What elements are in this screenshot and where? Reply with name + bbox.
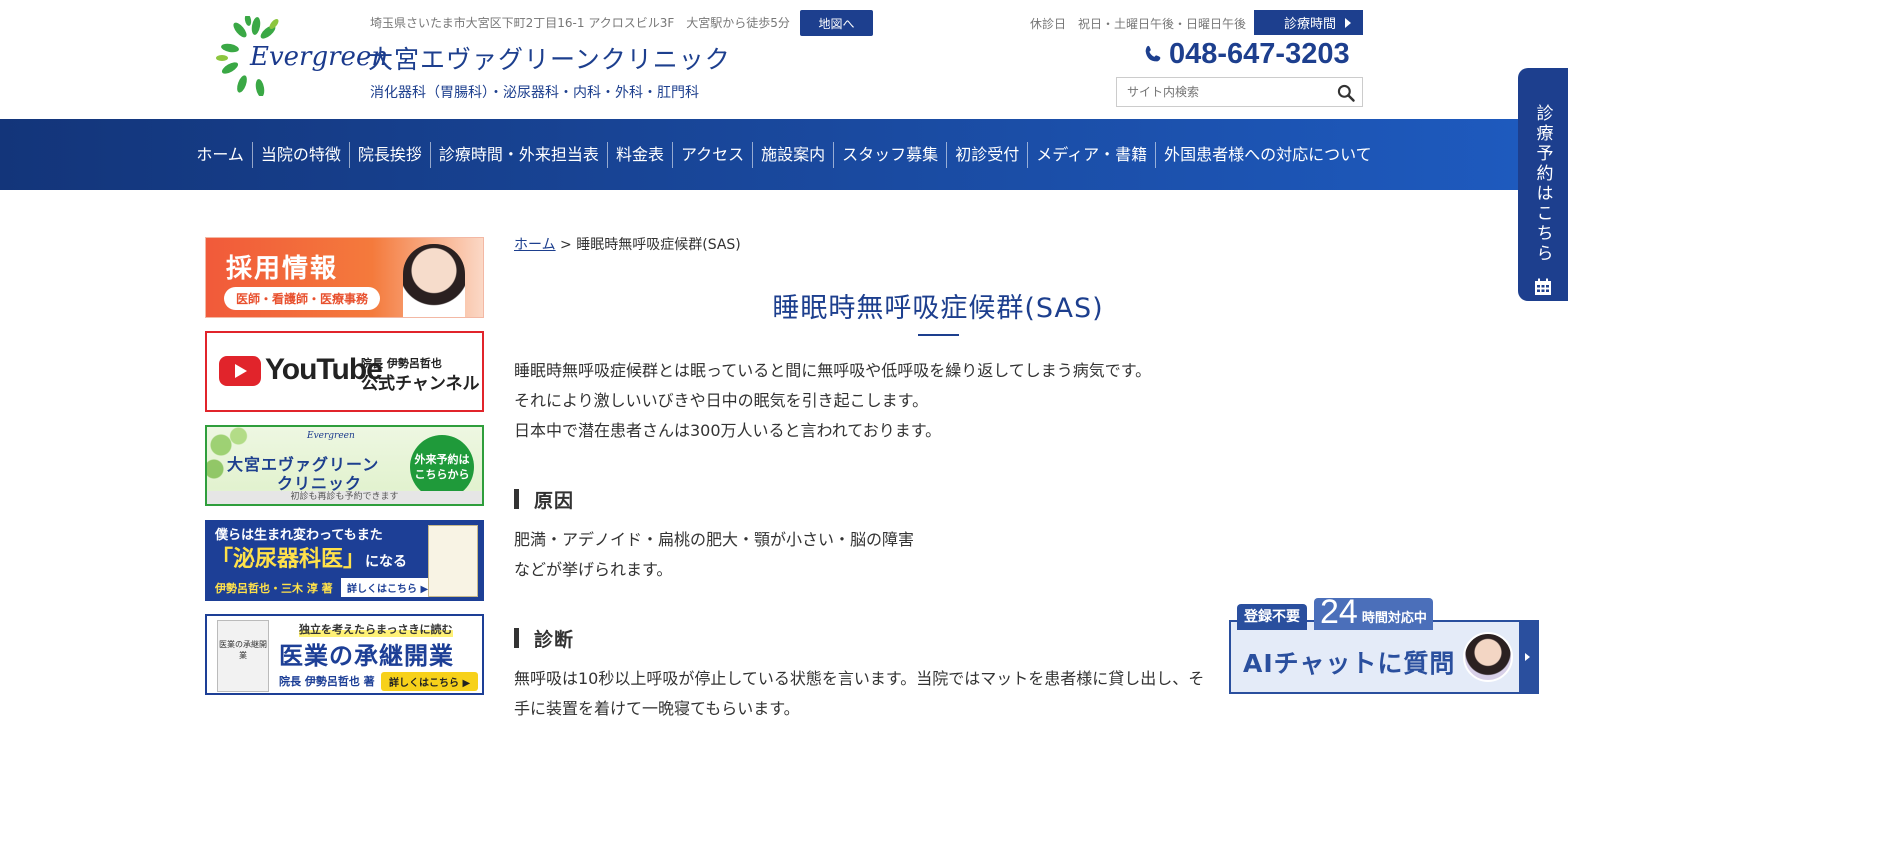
nav-item-recruit[interactable]: スタッフ募集 — [833, 141, 946, 168]
mini-logo: Evergreen — [307, 431, 355, 441]
intro-text: 睡眠時無呼吸症候群とは眠っていると間に無呼吸や低呼吸を繰り返してしまう病気です。… — [514, 356, 1151, 446]
ai-chat-avatar — [1463, 632, 1513, 682]
urology-book-more: 詳しくはこちら ▶ — [341, 578, 435, 597]
search-icon[interactable] — [1336, 83, 1356, 103]
reservation-side-tab[interactable]: 診療予約はこちら — [1518, 68, 1568, 301]
recruit-title: 採用情報 — [226, 254, 339, 284]
nav-item-home[interactable]: ホーム — [188, 142, 252, 168]
nav-item-fees[interactable]: 料金表 — [606, 141, 672, 168]
ai-chat-widget[interactable]: AIチャットに質問 登録不要 24 時間対応中 — [1229, 593, 1539, 694]
urology-book-title: 「泌尿器科医」になる — [211, 541, 407, 573]
diagnosis-line: 無呼吸は10秒以上呼吸が停止している状態を言います。当院ではマットを患者様に貸し… — [514, 669, 1205, 688]
reservation-circle: 外来予約は こちらから — [410, 435, 474, 499]
youtube-channel-label: 公式チャンネル — [361, 374, 480, 394]
staff-photo — [403, 244, 465, 317]
search-input[interactable] — [1117, 85, 1327, 99]
nav-item-greeting[interactable]: 院長挨拶 — [348, 141, 430, 168]
intro-line: それにより激しいいびきや日中の眠気を引き起こします。 — [514, 391, 929, 410]
ai-chat-box[interactable]: AIチャットに質問 — [1229, 620, 1539, 694]
urology-book-banner[interactable]: 僕らは生まれ変わってもまた 「泌尿器科医」になる 伊勢呂哲也・三木 淳 著 詳し… — [205, 520, 484, 601]
phone-number[interactable]: 048-647-3203 — [1142, 38, 1350, 71]
breadcrumb-separator: > — [555, 237, 577, 253]
site-search — [1116, 77, 1363, 107]
site-header: Evergreen 埼玉県さいたま市大宮区下町2丁目16-1 アクロスビル3F … — [0, 0, 1568, 119]
nav-item-media[interactable]: メディア・書籍 — [1027, 141, 1155, 168]
succession-book-author: 院長 伊勢呂哲也 著 — [279, 675, 375, 688]
phone-icon — [1145, 45, 1161, 61]
breadcrumb: ホーム > 睡眠時無呼吸症候群(SAS) — [514, 234, 741, 254]
arrow-right-icon — [1345, 18, 1351, 28]
chevron-right-icon[interactable] — [1519, 622, 1537, 692]
recruit-subtitle: 医師・看護師・医療事務 — [224, 287, 381, 310]
clinic-name[interactable]: 大宮エヴァグリーンクリニック — [368, 40, 731, 76]
succession-book-banner[interactable]: 医業の承継開業 独立を考えたらまっさきに読む 医業の承継開業 院長 伊勢呂哲也 … — [205, 614, 484, 695]
ai-chat-hours-tag: 24 時間対応中 — [1314, 593, 1433, 631]
nav-item-access[interactable]: アクセス — [671, 141, 752, 168]
youtube-play-icon — [219, 356, 261, 386]
clinic-address: 埼玉県さいたま市大宮区下町2丁目16-1 アクロスビル3F 大宮駅から徒歩5分 — [370, 16, 790, 30]
succession-book-title: 医業の承継開業 — [279, 642, 454, 670]
reservation-circle-line2: こちらから — [414, 468, 470, 481]
reservation-footer: 初診も再診も予約できます — [207, 491, 482, 504]
page-title: 睡眠時無呼吸症候群(SAS) — [772, 293, 1104, 324]
hours-button-label: 診療時間 — [1284, 17, 1337, 32]
urology-book-cover — [428, 525, 478, 597]
urology-book-title-suffix: になる — [365, 554, 408, 570]
nav-item-first-visit[interactable]: 初診受付 — [946, 141, 1027, 168]
title-underline — [918, 334, 959, 336]
ai-chat-hours-number: 24 — [1320, 593, 1358, 631]
diagnosis-line: 手に装置を着けて一晩寝てもらいます。 — [514, 699, 800, 718]
succession-book-tagline: 独立を考えたらまっさきに読む — [299, 621, 453, 637]
intro-line: 睡眠時無呼吸症候群とは眠っていると間に無呼吸や低呼吸を繰り返してしまう病気です。 — [514, 361, 1152, 380]
diagnosis-text: 無呼吸は10秒以上呼吸が停止している状態を言います。当院ではマットを患者様に貸し… — [514, 664, 1204, 724]
reservation-tab-label: 診療予約はこちら — [1532, 104, 1553, 264]
nav-item-features[interactable]: 当院の特徴 — [251, 141, 349, 168]
nav-item-facility[interactable]: 施設案内 — [752, 141, 833, 168]
map-button[interactable]: 地図へ — [800, 10, 873, 36]
succession-book-more: 詳しくはこちら ▶ — [381, 672, 479, 691]
reservation-circle-line1: 外来予約は — [414, 453, 470, 466]
cause-heading: 原因 — [514, 486, 574, 513]
phone-number-text: 048-647-3203 — [1169, 38, 1350, 70]
cause-text: 肥満・アデノイド・扁桃の肥大・顎が小さい・脳の障害 などが挙げられます。 — [514, 525, 914, 585]
ai-chat-no-registration-tag: 登録不要 — [1237, 604, 1307, 630]
youtube-banner[interactable]: YouTube 院長 伊勢呂哲也 公式チャンネル — [205, 331, 484, 412]
cause-line: 肥満・アデノイド・扁桃の肥大・顎が小さい・脳の障害 — [514, 530, 915, 549]
diagnosis-heading: 診断 — [514, 625, 574, 652]
ai-chat-label: AIチャットに質問 — [1243, 649, 1456, 678]
breadcrumb-home-link[interactable]: ホーム — [514, 237, 556, 253]
urology-book-title-main: 「泌尿器科医」 — [211, 547, 366, 572]
urology-book-authors: 伊勢呂哲也・三木 淳 著 — [215, 582, 333, 595]
clinic-logo[interactable]: Evergreen — [216, 14, 388, 97]
succession-book-cover: 医業の承継開業 — [217, 620, 269, 692]
breadcrumb-current: 睡眠時無呼吸症候群(SAS) — [576, 237, 741, 253]
recruit-banner[interactable]: 採用情報 医師・看護師・医療事務 — [205, 237, 484, 318]
calendar-icon — [1535, 278, 1551, 295]
hours-button[interactable]: 診療時間 — [1254, 10, 1363, 35]
nav-item-hours[interactable]: 診療時間・外来担当表 — [429, 141, 607, 168]
ai-chat-hours-text: 時間対応中 — [1361, 611, 1427, 626]
departments-list: 消化器科（胃腸科）・泌尿器科・内科・外科・肛門科 — [370, 85, 699, 101]
closed-days: 休診日 祝日・土曜日午後・日曜日午後 — [1030, 17, 1247, 31]
cause-line: などが挙げられます。 — [514, 560, 673, 579]
reservation-banner[interactable]: Evergreen 大宮エヴァグリーン クリニック 外来予約は こちらから 初診… — [205, 425, 484, 506]
global-nav: ホーム 当院の特徴 院長挨拶 診療時間・外来担当表 料金表 アクセス 施設案内 … — [0, 119, 1568, 190]
nav-item-foreign-patients[interactable]: 外国患者様への対応について — [1155, 141, 1380, 168]
intro-line: 日本中で潜在患者さんは300万人いると言われております。 — [514, 421, 942, 440]
